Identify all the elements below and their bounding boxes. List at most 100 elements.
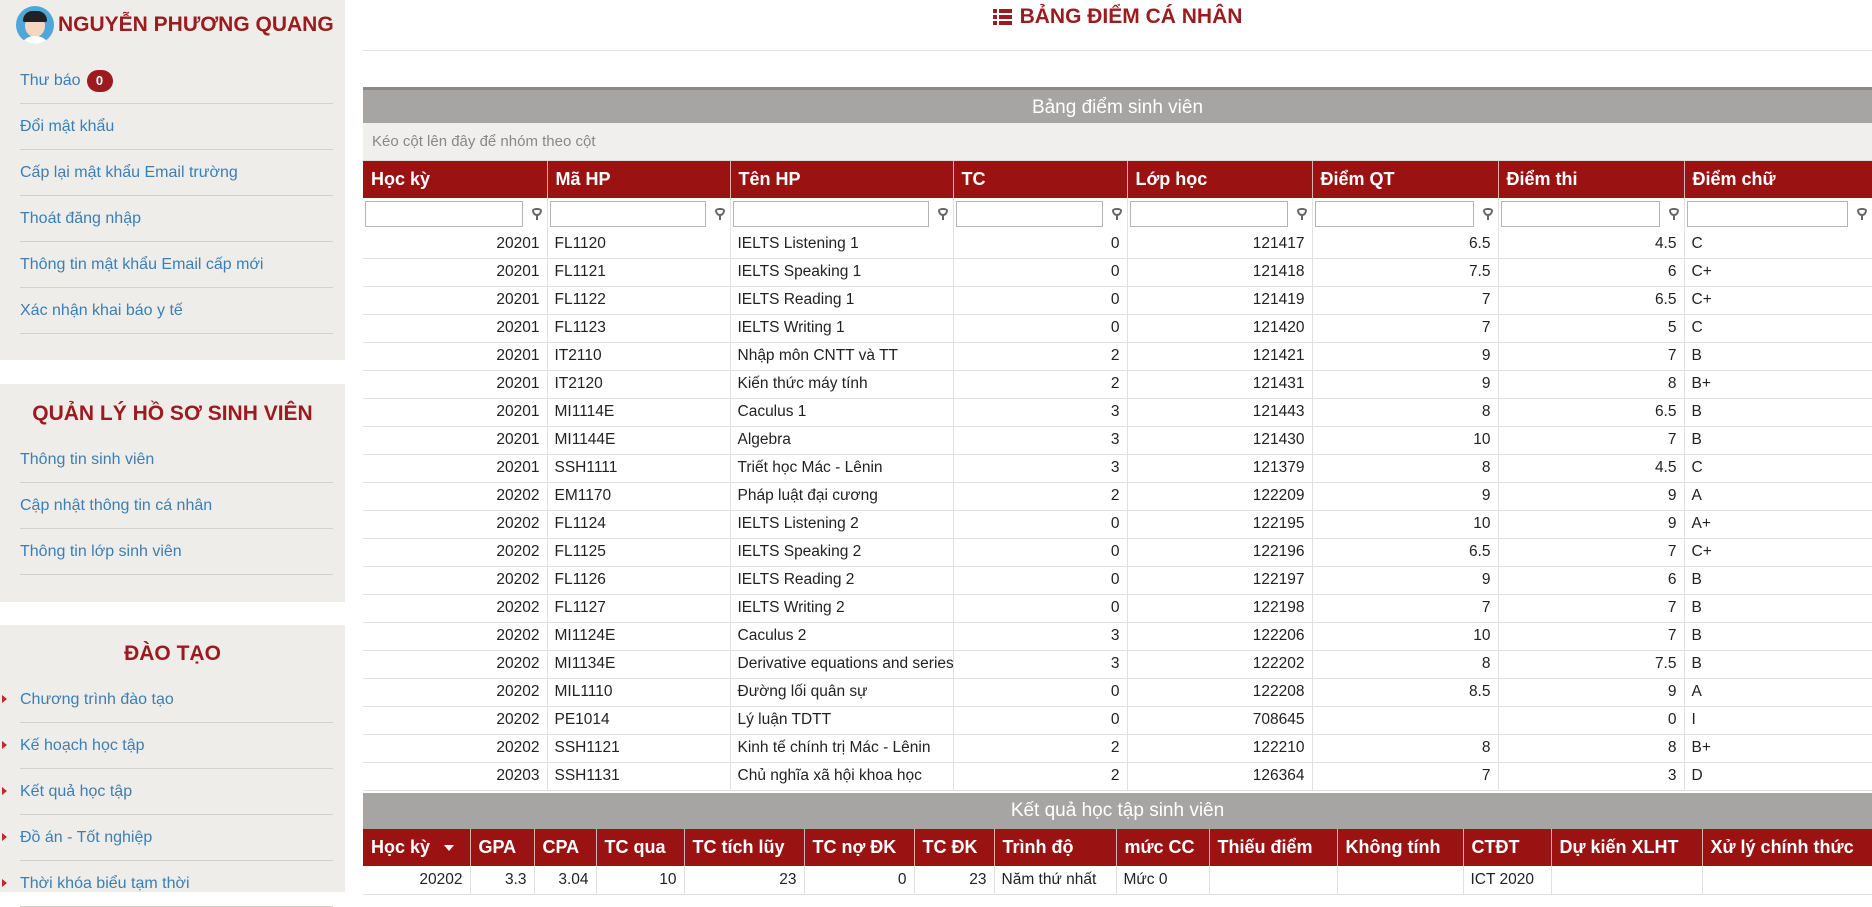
table-cell: 0 xyxy=(953,510,1128,539)
table-row[interactable]: 20202 FL1124 IELTS Listening 2 0 122195 10 9 A+ xyxy=(363,510,1872,539)
results-caption: Kết quả học tập sinh viên xyxy=(363,793,1872,829)
table-cell: Nhập môn CNTT và TT xyxy=(730,342,954,371)
column-header[interactable]: Không tính xyxy=(1337,829,1464,866)
table-cell: 121379 xyxy=(1127,454,1313,483)
column-header[interactable]: Lớp học xyxy=(1127,161,1313,198)
table-row[interactable]: 20201 IT2120 Kiến thức máy tính 2 121431 9 8 B+ xyxy=(363,370,1872,399)
filter-icon[interactable] xyxy=(937,208,949,220)
filter-input[interactable] xyxy=(955,201,1103,227)
table-row[interactable]: 20202 FL1127 IELTS Writing 2 0 122198 7 7 B xyxy=(363,594,1872,623)
column-header[interactable]: Điểm chữ xyxy=(1684,161,1872,198)
table-cell: B xyxy=(1684,566,1872,595)
column-header[interactable]: TC tích lũy xyxy=(684,829,805,866)
sort-desc-icon[interactable] xyxy=(444,845,455,852)
column-header-label: TC tích lũy xyxy=(692,837,785,857)
column-header[interactable]: Điểm QT xyxy=(1312,161,1499,198)
filter-input[interactable] xyxy=(732,201,929,227)
table-row[interactable]: 20201 FL1121 IELTS Speaking 1 0 121418 7.5 6 C+ xyxy=(363,258,1872,287)
column-header[interactable]: Điểm thi xyxy=(1498,161,1685,198)
menu-item-study-plan[interactable]: Kế hoạch học tập xyxy=(2,723,333,769)
column-header[interactable]: TC xyxy=(953,161,1128,198)
menu-item-reset-email-password[interactable]: Cấp lại mật khẩu Email trường xyxy=(20,150,333,196)
table-cell: 8 xyxy=(1312,734,1499,763)
filter-icon[interactable] xyxy=(1482,208,1494,220)
menu-item-health-declaration[interactable]: Xác nhận khai báo y tế xyxy=(20,288,333,334)
table-row[interactable]: 20201 SSH1111 Triết học Mác - Lênin 3 121379… xyxy=(363,454,1872,483)
column-header[interactable]: Học kỳ xyxy=(363,829,471,866)
filter-input[interactable] xyxy=(549,201,706,227)
table-cell: 8 xyxy=(1312,454,1499,483)
column-header[interactable]: Tên HP xyxy=(730,161,954,198)
filter-input[interactable] xyxy=(1686,201,1848,227)
table-row[interactable]: 20202 EM1170 Pháp luật đại cương 2 122209 9 9 A xyxy=(363,482,1872,511)
table-row[interactable]: 20202 3.3 3.04 10 23 0 23 Năm thứ nhất Mức 0 ICT … xyxy=(363,866,1872,895)
table-cell: SSH1111 xyxy=(547,454,731,483)
table-cell: 7 xyxy=(1498,538,1685,567)
column-header[interactable]: TC nợ ĐK xyxy=(804,829,915,866)
table-row[interactable]: 20202 MIL1110 Đường lối quân sự 0 122208 8.5 9… xyxy=(363,678,1872,707)
table-row[interactable]: 20202 MI1134E Derivative equations and ser… xyxy=(363,650,1872,679)
table-cell: Pháp luật đại cương xyxy=(730,482,954,511)
table-row[interactable]: 20201 MI1114E Caculus 1 3 121443 8 6.5 B xyxy=(363,398,1872,427)
menu-item-class-info[interactable]: Thông tin lớp sinh viên xyxy=(20,529,333,575)
column-header[interactable]: GPA xyxy=(470,829,535,866)
column-header[interactable]: CTĐT xyxy=(1463,829,1552,866)
menu-item-temp-timetable[interactable]: Thời khóa biểu tạm thời xyxy=(2,861,333,907)
table-cell: 20202 xyxy=(363,706,548,735)
menu-item-label: Thông tin mật khẩu Email cấp mới xyxy=(20,255,264,273)
column-header[interactable]: mức CC xyxy=(1116,829,1210,866)
table-row[interactable]: 20202 PE1014 Lý luận TDTT 0 708645 0 I xyxy=(363,706,1872,735)
table-cell: 8 xyxy=(1498,734,1685,763)
filter-icon[interactable] xyxy=(1856,208,1868,220)
menu-item-change-password[interactable]: Đổi mật khẩu xyxy=(20,104,333,150)
column-header[interactable]: Học kỳ xyxy=(363,161,548,198)
menu-item-curriculum[interactable]: Chương trình đào tạo xyxy=(2,677,333,723)
menu-item-study-results[interactable]: Kết quả học tập xyxy=(2,769,333,815)
table-cell: B xyxy=(1684,426,1872,455)
menu-item-update-personal-info[interactable]: Cập nhật thông tin cá nhân xyxy=(20,483,333,529)
caret-right-icon xyxy=(2,879,7,887)
table-row[interactable]: 20202 FL1125 IELTS Speaking 2 0 122196 6.5 7 C+ xyxy=(363,538,1872,567)
column-header[interactable]: Xử lý chính thức xyxy=(1702,829,1872,866)
filter-icon[interactable] xyxy=(1111,208,1123,220)
filter-icon[interactable] xyxy=(1296,208,1308,220)
filter-icon[interactable] xyxy=(714,208,726,220)
table-cell: 7 xyxy=(1498,426,1685,455)
menu-item-new-email-password[interactable]: Thông tin mật khẩu Email cấp mới xyxy=(20,242,333,288)
table-cell: Đường lối quân sự xyxy=(730,678,954,707)
table-row[interactable]: 20201 FL1122 IELTS Reading 1 0 121419 7 6.5 C+ xyxy=(363,286,1872,315)
table-cell: 7 xyxy=(1498,594,1685,623)
table-row[interactable]: 20201 FL1120 IELTS Listening 1 0 121417 6.5 4.… xyxy=(363,230,1872,259)
menu-item-inbox[interactable]: Thư báo 0 xyxy=(20,58,333,104)
column-header[interactable]: Thiếu điểm xyxy=(1209,829,1338,866)
table-cell: 20201 xyxy=(363,454,548,483)
training-panel: ĐÀO TẠO Chương trình đào tạo Kế hoạch họ… xyxy=(0,625,345,907)
table-row[interactable]: 20202 MI1124E Caculus 2 3 122206 10 7 B xyxy=(363,622,1872,651)
table-row[interactable]: 20201 MI1144E Algebra 3 121430 10 7 B xyxy=(363,426,1872,455)
group-by-panel[interactable]: Kéo cột lên đây để nhóm theo cột xyxy=(363,123,1872,161)
filter-input[interactable] xyxy=(1129,201,1288,227)
table-row[interactable]: 20202 SSH1121 Kinh tế chính trị Mác - Lêni… xyxy=(363,734,1872,763)
menu-item-logout[interactable]: Thoát đăng nhập xyxy=(20,196,333,242)
filter-input[interactable] xyxy=(365,201,523,227)
column-header[interactable]: CPA xyxy=(534,829,597,866)
table-row[interactable]: 20202 FL1126 IELTS Reading 2 0 122197 9 6 B xyxy=(363,566,1872,595)
menu-item-student-info[interactable]: Thông tin sinh viên xyxy=(20,437,333,483)
column-header[interactable]: Dự kiến XLHT xyxy=(1551,829,1703,866)
filter-input[interactable] xyxy=(1500,201,1660,227)
table-row[interactable]: 20201 FL1123 IELTS Writing 1 0 121420 7 5 C xyxy=(363,314,1872,343)
column-header[interactable]: Trình độ xyxy=(994,829,1117,866)
filter-icon[interactable] xyxy=(531,208,543,220)
table-row[interactable]: 20203 SSH1131 Chủ nghĩa xã hội khoa học 2 12… xyxy=(363,762,1872,791)
column-header[interactable]: TC ĐK xyxy=(914,829,995,866)
table-cell: MI1114E xyxy=(547,398,731,427)
column-header[interactable]: Mã HP xyxy=(547,161,731,198)
filter-input[interactable] xyxy=(1314,201,1474,227)
table-row[interactable]: 20201 IT2110 Nhập môn CNTT và TT 2 121421 9 7 B xyxy=(363,342,1872,371)
menu-item-label: Xác nhận khai báo y tế xyxy=(20,301,183,319)
table-cell: 122209 xyxy=(1127,482,1313,511)
menu-item-thesis[interactable]: Đồ án - Tốt nghiệp xyxy=(2,815,333,861)
column-header[interactable]: TC qua xyxy=(596,829,685,866)
table-cell: Caculus 1 xyxy=(730,398,954,427)
filter-icon[interactable] xyxy=(1668,208,1680,220)
